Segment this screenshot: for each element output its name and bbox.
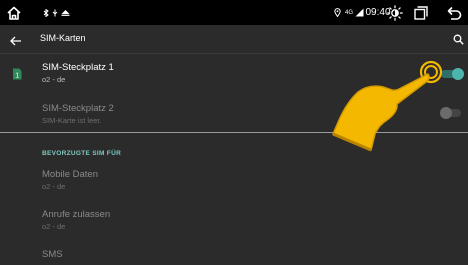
mobile-data-row: Mobile Daten o2 - de <box>0 166 468 198</box>
signal-icon <box>354 0 364 25</box>
settings-screen: 4G 09:40 SIM-Karten 1 SIM-Steckplatz 1 o… <box>0 0 468 265</box>
location-icon <box>333 0 341 25</box>
mobile-data-title: Mobile Daten <box>42 169 98 180</box>
mobile-data-subtitle: o2 - de <box>42 182 66 191</box>
sim-slot-2-subtitle: SIM-Karte ist leer. <box>42 116 102 125</box>
svg-text:1: 1 <box>15 73 19 80</box>
bluetooth-icon <box>42 0 50 25</box>
calls-row: Anrufe zulassen o2 - de <box>0 206 468 238</box>
arrow-left-icon[interactable] <box>10 33 22 51</box>
back-icon[interactable] <box>444 0 464 25</box>
recent-apps-icon[interactable] <box>412 0 430 25</box>
usb-icon <box>51 0 59 25</box>
sms-title: SMS <box>42 249 63 260</box>
sim-card-icon: 1 <box>12 67 22 85</box>
brightness-icon[interactable] <box>384 0 406 25</box>
status-bar: 4G 09:40 <box>0 0 468 25</box>
sim-slot-1-subtitle: o2 - de <box>42 75 66 84</box>
preferred-sim-heading: BEVORZUGTE SIM FÜR <box>42 150 122 157</box>
sms-row: SMS <box>0 246 468 265</box>
calls-title: Anrufe zulassen <box>42 209 111 220</box>
tap-hand-icon <box>332 60 443 152</box>
eject-icon <box>60 0 70 25</box>
calls-subtitle: o2 - de <box>42 222 66 231</box>
app-bar: SIM-Karten <box>0 25 468 54</box>
page-title: SIM-Karten <box>40 33 86 43</box>
sim-slot-2-title: SIM-Steckplatz 2 <box>42 103 114 114</box>
home-icon[interactable] <box>4 0 24 25</box>
search-icon[interactable] <box>453 32 464 50</box>
sim-slot-1-title: SIM-Steckplatz 1 <box>42 62 114 73</box>
